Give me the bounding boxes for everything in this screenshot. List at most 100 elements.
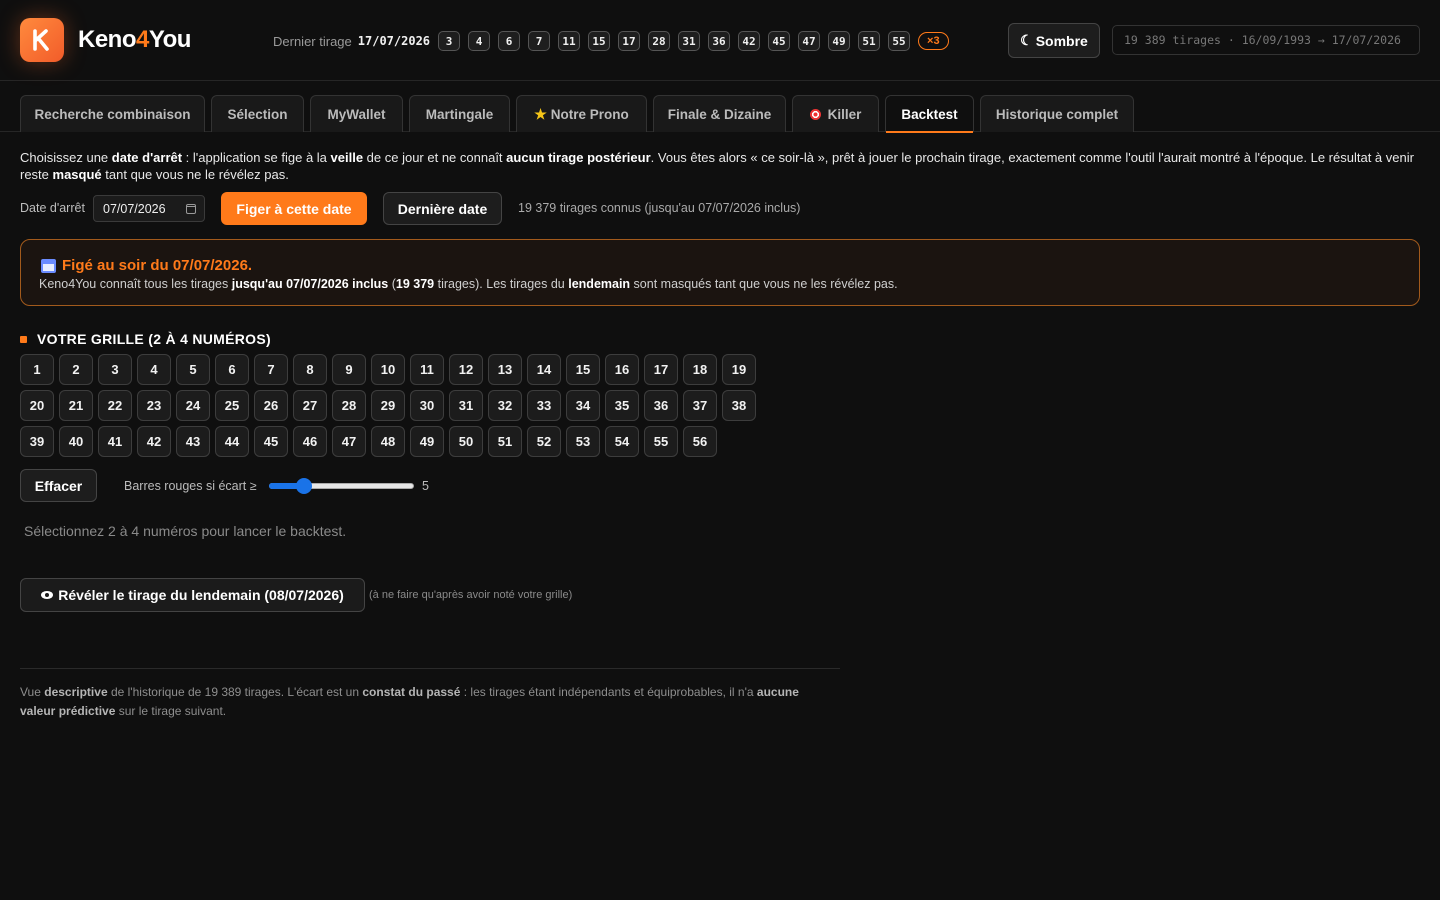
number-button[interactable]: 43: [176, 426, 210, 457]
theme-toggle-button[interactable]: ☾ Sombre: [1008, 23, 1100, 58]
number-button[interactable]: 7: [254, 354, 288, 385]
clear-button[interactable]: Effacer: [20, 469, 97, 502]
number-button[interactable]: 29: [371, 390, 405, 421]
number-button[interactable]: 3: [98, 354, 132, 385]
number-button[interactable]: 24: [176, 390, 210, 421]
number-button[interactable]: 20: [20, 390, 54, 421]
number-button[interactable]: 27: [293, 390, 327, 421]
moon-icon: ☾: [1020, 32, 1033, 48]
tab-backtest[interactable]: Backtest: [885, 95, 974, 133]
reveal-note: (à ne faire qu'après avoir noté votre gr…: [369, 589, 573, 601]
number-button[interactable]: 28: [332, 390, 366, 421]
number-button[interactable]: 47: [332, 426, 366, 457]
number-button[interactable]: 32: [488, 390, 522, 421]
number-button[interactable]: 49: [410, 426, 444, 457]
tab-selection[interactable]: Sélection: [211, 95, 304, 132]
slider-thumb[interactable]: [296, 478, 313, 494]
number-button[interactable]: 51: [488, 426, 522, 457]
number-button[interactable]: 41: [98, 426, 132, 457]
gap-threshold-slider[interactable]: [269, 478, 414, 494]
number-button[interactable]: 10: [371, 354, 405, 385]
number-button[interactable]: 48: [371, 426, 405, 457]
tab-mywallet[interactable]: MyWallet: [310, 95, 403, 132]
number-button[interactable]: 56: [683, 426, 717, 457]
last-date-button[interactable]: Dernière date: [383, 192, 502, 225]
number-button[interactable]: 34: [566, 390, 600, 421]
frozen-text: Keno4You connaît tous les tirages jusqu'…: [39, 277, 898, 291]
number-button[interactable]: 36: [644, 390, 678, 421]
brand-name: Keno4You: [78, 26, 191, 53]
number-button[interactable]: 16: [605, 354, 639, 385]
frozen-title: Figé au soir du 07/07/2026.: [41, 257, 252, 274]
tab-finale-dizaine[interactable]: Finale & Dizaine: [653, 95, 786, 132]
number-button[interactable]: 25: [215, 390, 249, 421]
last-draw-number: 28: [648, 31, 671, 51]
number-button[interactable]: 38: [722, 390, 756, 421]
star-icon: ★: [534, 105, 547, 122]
number-button[interactable]: 15: [566, 354, 600, 385]
number-button[interactable]: 17: [644, 354, 678, 385]
tab-notre-prono[interactable]: ★ Notre Prono: [516, 95, 647, 132]
app-logo[interactable]: [20, 18, 64, 62]
number-button[interactable]: 55: [644, 426, 678, 457]
number-button[interactable]: 45: [254, 426, 288, 457]
last-draw-number: 6: [498, 31, 521, 51]
number-button[interactable]: 1: [20, 354, 54, 385]
number-button[interactable]: 31: [449, 390, 483, 421]
tab-recherche-combinaison[interactable]: Recherche combinaison: [20, 95, 205, 132]
last-draw-number: 45: [768, 31, 791, 51]
gap-threshold-value: 5: [422, 479, 429, 493]
tab-historique-complet[interactable]: Historique complet: [980, 95, 1134, 132]
number-button[interactable]: 26: [254, 390, 288, 421]
last-draw-number: 36: [708, 31, 731, 51]
number-button[interactable]: 14: [527, 354, 561, 385]
number-button[interactable]: 8: [293, 354, 327, 385]
number-button[interactable]: 9: [332, 354, 366, 385]
number-button[interactable]: 11: [410, 354, 444, 385]
number-button[interactable]: 39: [20, 426, 54, 457]
last-draw-number: 47: [798, 31, 821, 51]
number-button[interactable]: 50: [449, 426, 483, 457]
number-button[interactable]: 35: [605, 390, 639, 421]
database-info: 19 389 tirages · 16/09/1993 → 17/07/2026: [1112, 25, 1420, 55]
number-button[interactable]: 52: [527, 426, 561, 457]
number-button[interactable]: 33: [527, 390, 561, 421]
number-button[interactable]: 13: [488, 354, 522, 385]
number-button[interactable]: 12: [449, 354, 483, 385]
number-button[interactable]: 46: [293, 426, 327, 457]
section-marker: [20, 335, 27, 343]
number-button[interactable]: 37: [683, 390, 717, 421]
number-button[interactable]: 2: [59, 354, 93, 385]
number-button[interactable]: 22: [98, 390, 132, 421]
last-draw-number: 49: [828, 31, 851, 51]
last-draw-number: 51: [858, 31, 881, 51]
last-draw-number: 4: [468, 31, 491, 51]
number-button[interactable]: 21: [59, 390, 93, 421]
number-button[interactable]: 42: [137, 426, 171, 457]
number-button[interactable]: 44: [215, 426, 249, 457]
last-draw-number: 3: [438, 31, 461, 51]
number-button[interactable]: 54: [605, 426, 639, 457]
number-button[interactable]: 6: [215, 354, 249, 385]
freeze-button[interactable]: Figer à cette date: [221, 192, 367, 225]
last-draw-number: 42: [738, 31, 761, 51]
selection-hint: Sélectionnez 2 à 4 numéros pour lancer l…: [24, 523, 347, 539]
number-button[interactable]: 23: [137, 390, 171, 421]
number-button[interactable]: 18: [683, 354, 717, 385]
last-draw-number: 55: [888, 31, 911, 51]
reveal-button[interactable]: Révéler le tirage du lendemain (08/07/20…: [20, 578, 365, 612]
calendar-icon[interactable]: [186, 203, 196, 214]
tab-bar: Recherche combinaison Sélection MyWallet…: [0, 95, 1440, 133]
number-button[interactable]: 5: [176, 354, 210, 385]
last-draw-date: 17/07/2026: [357, 34, 431, 48]
number-button[interactable]: 40: [59, 426, 93, 457]
tab-martingale[interactable]: Martingale: [409, 95, 510, 132]
number-button[interactable]: 4: [137, 354, 171, 385]
tab-killer[interactable]: Killer: [792, 95, 879, 132]
backtest-intro: Choisissez une date d'arrêt : l'applicat…: [20, 150, 1414, 182]
number-button[interactable]: 30: [410, 390, 444, 421]
stop-date-input[interactable]: 07/07/2026: [93, 195, 205, 222]
number-button[interactable]: 19: [722, 354, 756, 385]
last-draw-number: 31: [678, 31, 701, 51]
number-button[interactable]: 53: [566, 426, 600, 457]
